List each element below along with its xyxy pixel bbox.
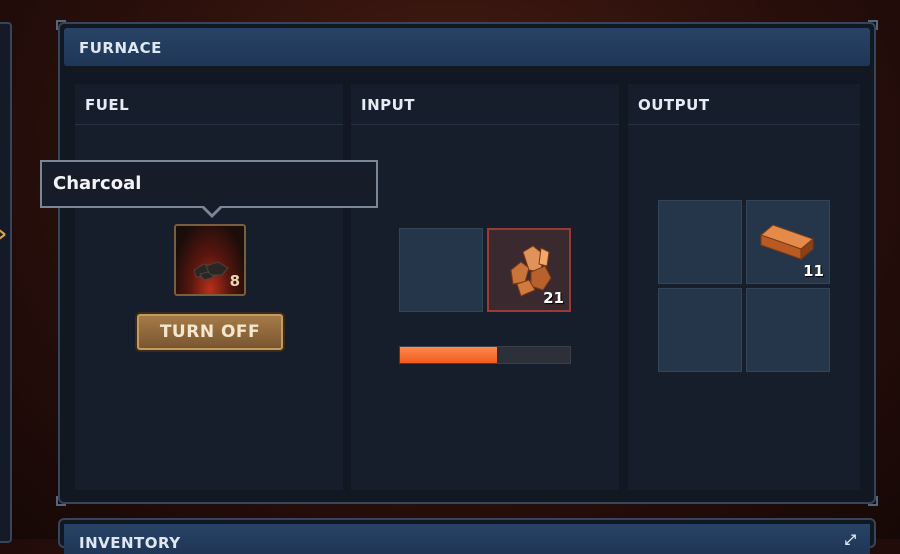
output-quantity: 11 (803, 262, 824, 280)
inventory-panel: INVENTORY ⤢ (58, 518, 876, 554)
input-slot-ore[interactable]: 21 (487, 228, 571, 312)
fuel-column: FUEL 8 TURN OFF (75, 84, 343, 490)
frame-corner (56, 20, 66, 30)
frame-corner (868, 20, 878, 30)
tooltip-item-name: Charcoal (53, 173, 142, 194)
expand-icon[interactable]: ⤢ (845, 532, 856, 548)
output-column: OUTPUT 11 (628, 84, 860, 490)
chevron-right-icon[interactable]: › (0, 222, 7, 247)
side-panel-edge (0, 22, 12, 543)
input-title: INPUT (361, 96, 416, 114)
furnace-title: FURNACE (79, 39, 162, 57)
frame-corner (868, 496, 878, 506)
output-title: OUTPUT (638, 96, 710, 114)
fuel-slot[interactable]: 8 (174, 224, 246, 296)
fuel-quantity: 8 (229, 272, 240, 290)
turn-off-button[interactable]: TURN OFF (137, 314, 283, 350)
input-quantity: 21 (543, 289, 564, 307)
inventory-title: INVENTORY (79, 534, 181, 552)
tooltip-pointer-inner (204, 206, 220, 214)
input-column: INPUT 21 (351, 84, 619, 490)
input-slot-empty[interactable] (399, 228, 483, 312)
output-slot-3[interactable] (658, 288, 742, 372)
smelt-progress-bar (399, 346, 571, 364)
frame-corner (56, 496, 66, 506)
output-header: OUTPUT (628, 84, 860, 125)
item-tooltip: Charcoal (40, 160, 378, 218)
output-slot-2[interactable]: 11 (746, 200, 830, 284)
smelt-progress-fill (400, 347, 497, 363)
inventory-header: INVENTORY ⤢ (64, 524, 870, 554)
furnace-header: FURNACE (64, 28, 870, 66)
fuel-title: FUEL (85, 96, 130, 114)
fuel-header: FUEL (75, 84, 343, 125)
input-header: INPUT (351, 84, 619, 125)
output-slot-4[interactable] (746, 288, 830, 372)
furnace-panel: FURNACE FUEL 8 TURN OFF INPUT 21 OUTPUT … (56, 20, 878, 506)
output-slot-1[interactable] (658, 200, 742, 284)
